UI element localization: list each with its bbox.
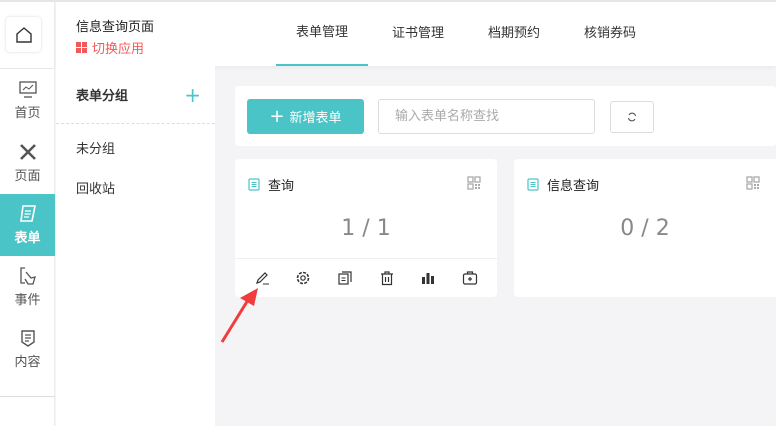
card-count: 0 / 2 xyxy=(620,216,670,241)
left-rail: 首页 页面 表单 事件 内容 xyxy=(0,2,55,426)
form-card[interactable]: 查询 1 / 1 xyxy=(235,159,497,297)
refresh-icon xyxy=(627,112,637,122)
refresh-button[interactable] xyxy=(610,101,654,133)
card-actions xyxy=(235,258,497,297)
qr-code-icon[interactable] xyxy=(746,176,760,190)
rail-item-events[interactable]: 事件 xyxy=(0,256,55,318)
settings-gear-icon[interactable] xyxy=(293,268,313,288)
form-groups-panel: 表单分组 + 未分组 回收站 xyxy=(56,66,215,426)
group-item-ungrouped[interactable]: 未分组 xyxy=(56,130,215,170)
rail-item-label: 页面 xyxy=(14,169,41,184)
switch-app-link[interactable]: 切换应用 xyxy=(76,38,144,57)
card-title: 查询 xyxy=(268,179,295,194)
form-search-input[interactable] xyxy=(378,99,595,134)
form-icon xyxy=(19,205,36,222)
card-title: 信息查询 xyxy=(547,179,600,194)
plus-icon: + xyxy=(269,106,285,127)
switch-app-label: 切换应用 xyxy=(92,42,145,57)
form-card[interactable]: 信息查询 0 / 2 xyxy=(514,159,776,297)
monitor-icon xyxy=(18,81,37,98)
tab-form-management[interactable]: 表单管理 xyxy=(276,2,369,66)
trash-icon[interactable] xyxy=(377,268,397,288)
groups-title: 表单分组 xyxy=(76,89,129,104)
rail-item-content[interactable]: 内容 xyxy=(0,318,55,380)
rail-item-label: 内容 xyxy=(14,355,41,370)
apps-grid-icon xyxy=(76,42,87,53)
content-shield-icon xyxy=(20,330,35,347)
copy-icon[interactable] xyxy=(335,268,355,288)
add-form-label: 新增表单 xyxy=(289,111,342,126)
group-item-recycle-bin[interactable]: 回收站 xyxy=(56,170,215,210)
toolbar: + 新增表单 xyxy=(235,86,776,146)
app-header: 信息查询页面 切换应用 表单管理 证书管理 档期预约 核销券码 xyxy=(56,2,776,66)
rail-item-home[interactable]: 首页 xyxy=(0,70,55,132)
tab-certificate-management[interactable]: 证书管理 xyxy=(372,2,464,66)
rail-item-pages[interactable]: 页面 xyxy=(0,132,55,194)
rail-item-label: 事件 xyxy=(14,293,41,308)
rail-item-forms[interactable]: 表单 xyxy=(0,194,55,256)
tab-coupon-redeem[interactable]: 核销券码 xyxy=(564,2,656,66)
card-count: 1 / 1 xyxy=(341,216,391,241)
add-group-icon[interactable]: + xyxy=(184,83,201,107)
home-button[interactable] xyxy=(5,16,42,53)
tab-schedule-booking[interactable]: 档期预约 xyxy=(468,2,560,66)
document-icon xyxy=(527,178,539,191)
divider xyxy=(0,68,55,69)
touch-icon xyxy=(19,267,36,285)
design-tools-icon xyxy=(19,144,36,160)
annotation-arrow xyxy=(220,288,258,343)
toolbox-add-icon[interactable] xyxy=(460,268,480,288)
home-icon xyxy=(15,26,32,43)
statistics-chart-icon[interactable] xyxy=(418,268,438,288)
app-title: 信息查询页面 xyxy=(76,20,155,35)
divider xyxy=(0,396,55,397)
edit-icon[interactable] xyxy=(252,268,272,288)
qr-code-icon[interactable] xyxy=(467,176,481,190)
document-icon xyxy=(248,178,260,191)
add-form-button[interactable]: + 新增表单 xyxy=(247,99,364,134)
groups-header: 表单分组 + xyxy=(56,66,215,124)
rail-item-label: 首页 xyxy=(14,106,41,121)
rail-item-label: 表单 xyxy=(14,231,41,246)
